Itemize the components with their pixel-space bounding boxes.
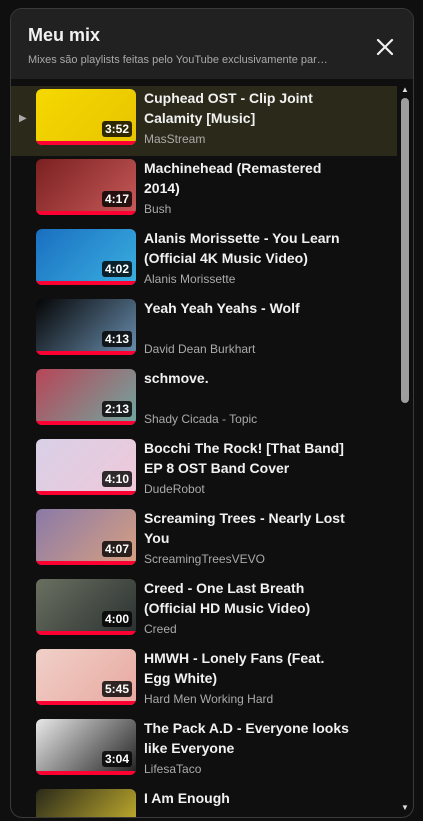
video-channel: DudeRobot — [144, 482, 205, 496]
video-channel: MasStream — [144, 132, 206, 146]
video-thumbnail[interactable] — [36, 789, 136, 817]
thumbnail-image — [36, 789, 136, 817]
video-thumbnail[interactable]: 2:13 — [36, 369, 136, 425]
scrollbar[interactable]: ▲ ▼ — [399, 86, 411, 817]
video-thumbnail[interactable]: 4:07 — [36, 509, 136, 565]
playlist-item[interactable]: 5:45 HMWH - Lonely Fans (Feat. Egg White)… — [11, 646, 397, 716]
video-thumbnail[interactable]: 5:45 — [36, 649, 136, 705]
now-playing-icon: ▶ — [19, 113, 27, 124]
video-channel: Creed — [144, 622, 177, 636]
video-thumbnail[interactable]: 4:10 — [36, 439, 136, 495]
watched-progress-bar — [36, 421, 136, 425]
watched-progress-bar — [36, 701, 136, 705]
video-title[interactable]: Screaming Trees - Nearly Lost You — [144, 508, 354, 548]
video-thumbnail[interactable]: 4:00 — [36, 579, 136, 635]
video-thumbnail[interactable]: 4:02 — [36, 229, 136, 285]
playlist-item[interactable]: 4:00 Creed - One Last Breath (Official HD… — [11, 576, 397, 646]
video-thumbnail[interactable]: 4:13 — [36, 299, 136, 355]
watched-progress-bar — [36, 351, 136, 355]
video-title[interactable]: schmove. — [144, 368, 354, 388]
playlist-item[interactable]: I Am EnoughFirst of October - Topic — [11, 786, 397, 817]
video-channel: David Dean Burkhart — [144, 342, 256, 356]
video-duration: 4:02 — [101, 261, 132, 277]
playlist-item[interactable]: 4:17 Machinehead (Remastered 2014) Bush — [11, 156, 397, 226]
video-title[interactable]: Bocchi The Rock! [That Band] EP 8 OST Ba… — [144, 438, 354, 478]
close-icon — [376, 38, 394, 56]
video-channel: Shady Cicada - Topic — [144, 412, 258, 426]
video-channel: LifesaTaco — [144, 762, 202, 776]
scroll-down-arrow-icon[interactable]: ▼ — [401, 804, 409, 812]
video-channel: Bush — [144, 202, 172, 216]
video-duration: 4:10 — [101, 471, 132, 487]
video-thumbnail[interactable]: 3:52 — [36, 89, 136, 145]
playlist-item[interactable]: 4:10 Bocchi The Rock! [That Band] EP 8 OS… — [11, 436, 397, 506]
watched-progress-bar — [36, 281, 136, 285]
watched-progress-bar — [36, 211, 136, 215]
playlist-title: Meu mix — [28, 25, 101, 45]
video-thumbnail[interactable]: 4:17 — [36, 159, 136, 215]
playlist-item[interactable]: 3:04 The Pack A.D - Everyone looks like E… — [11, 716, 397, 786]
scroll-up-arrow-icon[interactable]: ▲ — [401, 86, 409, 94]
video-duration: 2:13 — [101, 401, 132, 417]
video-title[interactable]: Creed - One Last Breath (Official HD Mus… — [144, 578, 354, 618]
video-duration: 5:45 — [101, 681, 132, 697]
watched-progress-bar — [36, 771, 136, 775]
video-thumbnail[interactable]: 3:04 — [36, 719, 136, 775]
watched-progress-bar — [36, 631, 136, 635]
video-channel: Hard Men Working Hard — [144, 692, 274, 706]
watched-progress-bar — [36, 141, 136, 145]
video-title[interactable]: I Am Enough — [144, 788, 354, 808]
playlist-header: Meu mix Mixes são playlists feitas pelo … — [11, 9, 413, 79]
playlist-items: ▶ 3:52 Cuphead OST - Clip Joint Calamity [… — [11, 86, 397, 817]
playlist-item[interactable]: 2:13 schmove. Shady Cicada - Topic — [11, 366, 397, 436]
video-duration: 4:17 — [101, 191, 132, 207]
video-duration: 3:04 — [101, 751, 132, 767]
video-channel: ScreamingTreesVEVO — [144, 552, 265, 566]
playlist-subtitle: Mixes são playlists feitas pelo YouTube … — [28, 54, 328, 66]
video-duration: 3:52 — [101, 121, 132, 137]
playlist-item[interactable]: 4:13 Yeah Yeah Yeahs - Wolf David Dean Bur… — [11, 296, 397, 366]
playlist-item[interactable]: 4:02 Alanis Morissette - You Learn (Offic… — [11, 226, 397, 296]
video-duration: 4:00 — [101, 611, 132, 627]
video-title[interactable]: Cuphead OST - Clip Joint Calamity [Music… — [144, 88, 354, 128]
video-title[interactable]: HMWH - Lonely Fans (Feat. Egg White) — [144, 648, 354, 688]
video-channel: Alanis Morissette — [144, 272, 236, 286]
watched-progress-bar — [36, 561, 136, 565]
scrollbar-thumb[interactable] — [401, 98, 409, 403]
playlist-panel: Meu mix Mixes são playlists feitas pelo … — [10, 8, 414, 818]
video-title[interactable]: Alanis Morissette - You Learn (Official … — [144, 228, 354, 268]
playlist-item[interactable]: 4:07 Screaming Trees - Nearly Lost You Scr… — [11, 506, 397, 576]
video-title[interactable]: The Pack A.D - Everyone looks like Every… — [144, 718, 354, 758]
playlist-item[interactable]: ▶ 3:52 Cuphead OST - Clip Joint Calamity [… — [11, 86, 397, 156]
video-duration: 4:07 — [101, 541, 132, 557]
video-title[interactable]: Machinehead (Remastered 2014) — [144, 158, 354, 198]
video-duration: 4:13 — [101, 331, 132, 347]
watched-progress-bar — [36, 491, 136, 495]
video-title[interactable]: Yeah Yeah Yeahs - Wolf — [144, 298, 354, 318]
close-button[interactable] — [373, 35, 397, 59]
